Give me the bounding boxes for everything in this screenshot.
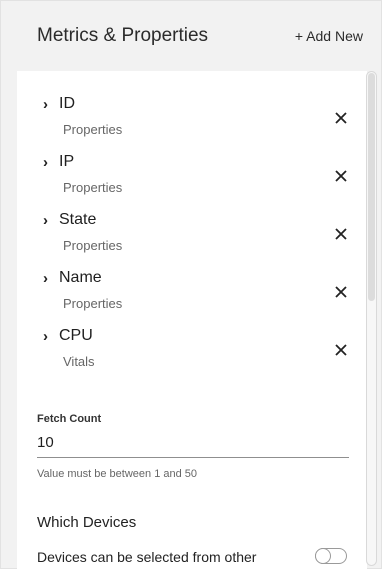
metric-item: › CPU Vitals [17,325,367,383]
metric-item: › IP Properties [17,151,367,209]
add-new-button[interactable]: + Add New [295,28,363,44]
metric-type: Properties [63,238,123,253]
panel-header: Metrics & Properties + Add New [17,1,365,71]
panel-title: Metrics & Properties [37,25,209,46]
metric-type: Properties [63,180,123,195]
metric-name: Name [59,269,102,286]
toggle-knob [315,548,331,564]
metric-toggle[interactable]: › Name [43,269,102,287]
metric-item: › State Properties [17,209,367,267]
settings-card: › ID Properties › IP Properties › State … [17,71,367,570]
metric-toggle[interactable]: › CPU [43,327,93,345]
metrics-properties-panel: Metrics & Properties + Add New › ID Prop… [0,0,382,570]
close-icon[interactable] [333,110,349,126]
metric-toggle[interactable]: › IP [43,153,74,171]
devices-description: Devices can be selected from other [37,549,257,565]
fetch-count-label: Fetch Count [37,413,102,425]
chevron-right-icon: › [43,269,48,287]
close-icon[interactable] [333,226,349,242]
metric-type: Vitals [63,354,95,369]
scrollbar[interactable] [366,71,377,566]
metric-item: › Name Properties [17,267,367,325]
metric-type: Properties [63,296,123,311]
metric-toggle[interactable]: › ID [43,95,75,113]
close-icon[interactable] [333,168,349,184]
metric-list: › ID Properties › IP Properties › State … [17,93,367,383]
metric-name: CPU [59,327,93,344]
chevron-right-icon: › [43,153,48,171]
fetch-count-help: Value must be between 1 and 50 [37,468,198,480]
metric-name: ID [59,95,75,112]
chevron-right-icon: › [43,211,48,229]
fetch-count-input[interactable] [37,434,349,458]
close-icon[interactable] [333,342,349,358]
metric-item: › ID Properties [17,93,367,151]
fetch-count-field: Fetch Count Value must be between 1 and … [37,413,349,480]
metric-name: IP [59,153,75,170]
metric-toggle[interactable]: › State [43,211,96,229]
devices-toggle[interactable] [315,548,347,564]
metric-type: Properties [63,122,123,137]
close-icon[interactable] [333,284,349,300]
chevron-right-icon: › [43,95,48,113]
scrollbar-thumb[interactable] [368,73,375,301]
metric-name: State [59,211,97,228]
chevron-right-icon: › [43,327,48,345]
which-devices-heading: Which Devices [37,514,137,531]
